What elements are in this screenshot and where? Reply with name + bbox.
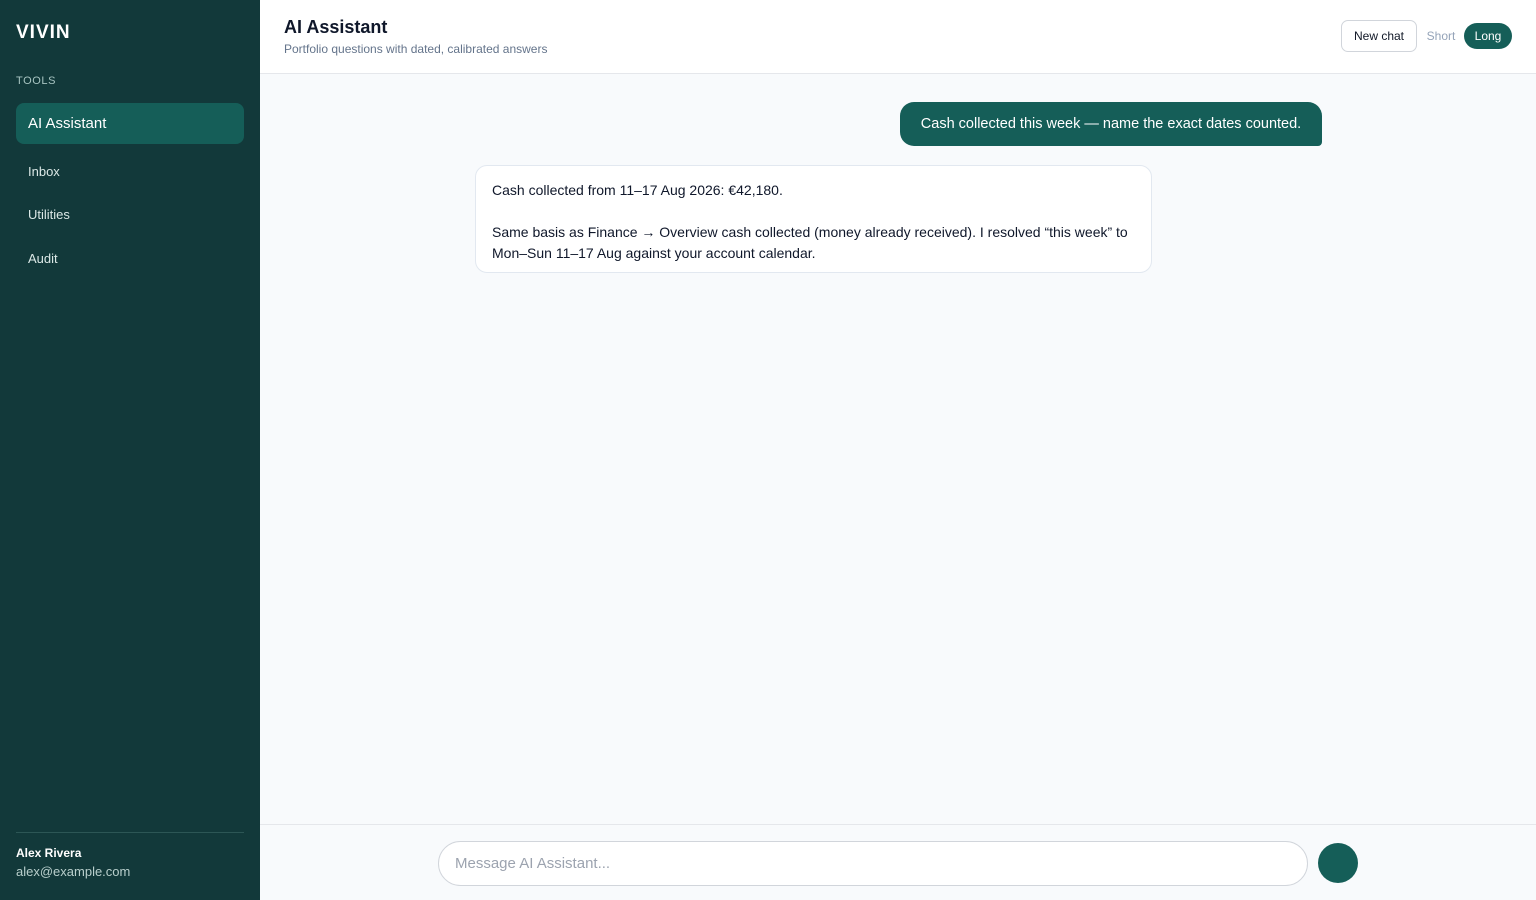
- message-input[interactable]: [438, 841, 1308, 886]
- page-header: AI Assistant Portfolio questions with da…: [260, 0, 1536, 74]
- length-toggle-short[interactable]: Short: [1424, 24, 1458, 48]
- assistant-message-paragraph: Cash collected from 11–17 Aug 2026: €42,…: [492, 182, 783, 198]
- sidebar-section-label: TOOLS: [16, 75, 57, 87]
- sidebar-item-utilities[interactable]: Utilities: [16, 203, 244, 225]
- sidebar-item-label: Audit: [28, 250, 58, 266]
- assistant-message: Cash collected from 11–17 Aug 2026: €42,…: [475, 165, 1152, 273]
- assistant-message-paragraph: Same basis as Finance → Overview cash co…: [492, 224, 1128, 261]
- page-title: AI Assistant: [284, 17, 388, 37]
- sidebar-item-ai-assistant[interactable]: AI Assistant: [16, 103, 244, 144]
- sidebar-item-inbox[interactable]: Inbox: [16, 160, 244, 182]
- sidebar-item-label: Utilities: [28, 206, 70, 222]
- send-button[interactable]: [1318, 843, 1358, 883]
- brand-logo[interactable]: VIVIN: [16, 22, 71, 44]
- sidebar-item-label: Inbox: [28, 163, 60, 179]
- composer: [260, 824, 1536, 900]
- sidebar-item-label: AI Assistant: [28, 115, 107, 132]
- length-toggle-long[interactable]: Long: [1464, 23, 1512, 49]
- sidebar-divider: [16, 832, 244, 833]
- user-email: alex@example.com: [16, 864, 131, 879]
- new-chat-button[interactable]: New chat: [1341, 20, 1417, 52]
- user-message: Cash collected this week — name the exac…: [900, 102, 1322, 146]
- page-subtitle: Portfolio questions with dated, calibrat…: [284, 42, 548, 56]
- sidebar: VIVIN TOOLS AI Assistant Inbox Utilities…: [0, 0, 260, 900]
- sidebar-item-audit[interactable]: Audit: [16, 247, 244, 269]
- user-name: Alex Rivera: [16, 846, 82, 860]
